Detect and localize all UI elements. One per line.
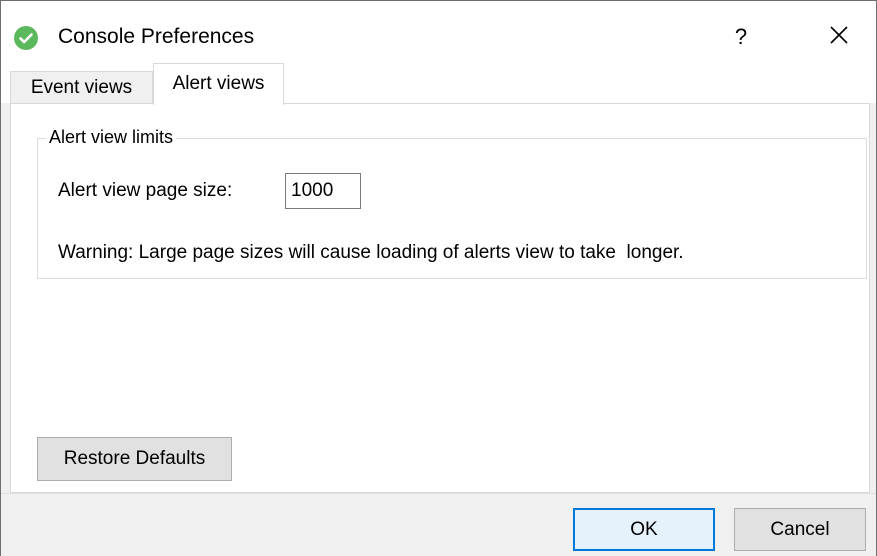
restore-defaults-button[interactable]: Restore Defaults: [37, 437, 232, 481]
warning-text: Warning: Large page sizes will cause loa…: [58, 242, 684, 263]
green-checkmark-circle-icon: [14, 26, 38, 50]
page-size-label: Alert view page size:: [58, 180, 233, 201]
alert-view-limits-group: Alert view limits Alert view page size: …: [37, 126, 867, 279]
help-button[interactable]: ?: [713, 17, 769, 57]
tab-label: Alert views: [172, 73, 265, 94]
group-title: Alert view limits: [46, 126, 177, 148]
console-preferences-dialog: Console Preferences ? Event views Alert …: [0, 0, 877, 556]
cancel-button[interactable]: Cancel: [734, 508, 866, 551]
title-bar[interactable]: Console Preferences ?: [1, 1, 876, 67]
window-title: Console Preferences: [58, 25, 255, 48]
tab-alert-views[interactable]: Alert views: [153, 63, 284, 105]
alert-views-panel: Alert view limits Alert view page size: …: [10, 103, 870, 493]
close-icon: [830, 25, 848, 49]
tab-label: Event views: [30, 77, 133, 98]
ok-button[interactable]: OK: [573, 508, 715, 551]
help-icon: ?: [734, 24, 748, 49]
tab-event-views[interactable]: Event views: [10, 71, 153, 103]
page-size-input[interactable]: [285, 173, 361, 209]
close-button[interactable]: [813, 17, 865, 57]
